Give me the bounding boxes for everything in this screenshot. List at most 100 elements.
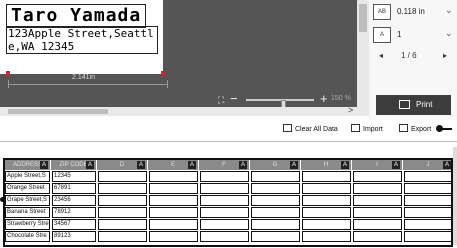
table-cell[interactable]	[251, 231, 300, 242]
table-cell[interactable]: Chocolate Stre	[5, 231, 50, 242]
column-format-icon[interactable]: A	[188, 161, 196, 169]
table-cell[interactable]	[251, 219, 300, 230]
table-cell[interactable]	[353, 183, 402, 194]
table-cell[interactable]	[149, 207, 198, 218]
copies-select[interactable]: A 1 ⌄	[369, 27, 457, 45]
table-cell[interactable]	[98, 195, 147, 206]
table-cell[interactable]	[404, 183, 451, 194]
sheet-vertical-scrollbar[interactable]	[453, 147, 457, 245]
zoom-out-button[interactable]: −	[230, 91, 238, 106]
column-header-e[interactable]: EA	[148, 160, 199, 170]
table-cell[interactable]	[404, 207, 451, 218]
table-cell[interactable]	[200, 171, 249, 182]
column-header-f[interactable]: FA	[199, 160, 250, 170]
fit-icon[interactable]: ⛶	[218, 95, 224, 106]
table-cell[interactable]	[149, 219, 198, 230]
table-cell[interactable]: Grape Street,S	[5, 195, 50, 206]
table-cell[interactable]	[404, 219, 451, 230]
column-header-j[interactable]: JA	[403, 160, 451, 170]
print-button[interactable]: Print	[376, 95, 451, 115]
table-cell[interactable]	[302, 183, 351, 194]
chevron-down-icon[interactable]: ⌄	[445, 28, 453, 39]
zoom-slider[interactable]	[246, 99, 314, 110]
column-header-d[interactable]: DA	[97, 160, 148, 170]
column-header-h[interactable]: HA	[301, 160, 352, 170]
table-cell[interactable]	[200, 219, 249, 230]
table-cell[interactable]	[302, 207, 351, 218]
table-cell[interactable]: 34567	[52, 219, 96, 230]
table-cell[interactable]	[302, 171, 351, 182]
column-format-icon[interactable]: A	[443, 161, 451, 169]
table-cell[interactable]	[149, 183, 198, 194]
scroll-thumb[interactable]	[8, 109, 108, 114]
table-cell[interactable]: Apple Street,S	[5, 171, 50, 182]
table-cell[interactable]	[98, 207, 147, 218]
clear-all-data-button[interactable]: Clear All Data	[283, 124, 338, 136]
table-cell[interactable]	[98, 231, 147, 242]
scroll-right-arrow-icon[interactable]: >	[348, 105, 353, 115]
table-cell[interactable]	[353, 207, 402, 218]
export-button[interactable]: Export	[399, 124, 431, 136]
table-cell[interactable]	[251, 171, 300, 182]
table-cell[interactable]	[200, 207, 249, 218]
column-header-i[interactable]: IA	[352, 160, 403, 170]
column-format-icon[interactable]: A	[86, 161, 94, 169]
prev-page-icon[interactable]: ◂	[379, 51, 383, 60]
table-cell[interactable]	[251, 207, 300, 218]
label-name-text[interactable]: Taro Yamada	[6, 4, 147, 28]
table-cell[interactable]: 23456	[52, 195, 96, 206]
editor-horizontal-scrollbar[interactable]: >	[0, 105, 369, 116]
chevron-down-icon[interactable]: ⌄	[445, 5, 453, 16]
row-drag-handle[interactable]	[0, 197, 5, 202]
table-cell[interactable]	[200, 195, 249, 206]
table-cell[interactable]	[149, 231, 198, 242]
next-page-icon[interactable]: ▸	[443, 51, 447, 60]
label-address-text[interactable]: 123Apple Street,Seattle,WA 12345	[6, 26, 158, 54]
table-cell[interactable]	[149, 171, 198, 182]
table-cell[interactable]	[404, 195, 451, 206]
table-cell[interactable]	[200, 231, 249, 242]
table-cell[interactable]: 12345	[52, 171, 96, 182]
column-format-icon[interactable]: A	[290, 161, 298, 169]
table-cell[interactable]: Strawberry Stre	[5, 219, 50, 230]
table-cell[interactable]	[98, 219, 147, 230]
editor-vertical-scrollbar[interactable]	[357, 0, 369, 115]
table-cell[interactable]: 67891	[52, 183, 96, 194]
label-preview[interactable]: Taro Yamada 123Apple Street,Seattle,WA 1…	[0, 0, 163, 74]
column-format-icon[interactable]: A	[341, 161, 349, 169]
tape-width-select[interactable]: AB 0.118 in ⌄	[369, 4, 457, 22]
table-cell[interactable]	[98, 171, 147, 182]
table-cell[interactable]: Banana Street	[5, 207, 50, 218]
table-cell[interactable]	[149, 195, 198, 206]
table-cell[interactable]	[353, 219, 402, 230]
table-cell[interactable]: Orange Street	[5, 183, 50, 194]
table-cell[interactable]: 89123	[52, 231, 96, 242]
column-header-address[interactable]: ADDRESS A	[5, 160, 51, 170]
zoom-in-button[interactable]: +	[320, 91, 328, 106]
table-cell[interactable]	[353, 195, 402, 206]
column-header-g[interactable]: GA	[250, 160, 301, 170]
table-cell[interactable]	[200, 183, 249, 194]
label-editor-canvas[interactable]: Taro Yamada 123Apple Street,Seattle,WA 1…	[0, 0, 369, 116]
table-cell[interactable]	[98, 183, 147, 194]
data-sheet-grid[interactable]: ADDRESS A ZIP CODE A D A E A F A G A H A I A J A Apple Str…	[3, 158, 453, 247]
column-format-icon[interactable]: A	[392, 161, 400, 169]
table-cell[interactable]	[251, 183, 300, 194]
table-cell[interactable]	[302, 231, 351, 242]
table-cell[interactable]	[404, 171, 451, 182]
column-format-icon[interactable]: A	[137, 161, 145, 169]
panel-resize-handle[interactable]	[437, 128, 452, 130]
table-cell[interactable]	[251, 195, 300, 206]
column-format-icon[interactable]: A	[239, 161, 247, 169]
import-button[interactable]: Import	[351, 124, 383, 136]
column-format-icon[interactable]: A	[40, 161, 48, 169]
table-cell[interactable]: 78912	[52, 207, 96, 218]
label-width-dimension	[8, 84, 168, 85]
table-cell[interactable]	[302, 195, 351, 206]
table-cell[interactable]	[302, 219, 351, 230]
table-cell[interactable]	[404, 231, 451, 242]
column-header-zip-code[interactable]: ZIP CODE A	[51, 160, 97, 170]
table-cell[interactable]	[353, 231, 402, 242]
table-cell[interactable]	[353, 171, 402, 182]
scroll-thumb[interactable]	[359, 4, 367, 32]
